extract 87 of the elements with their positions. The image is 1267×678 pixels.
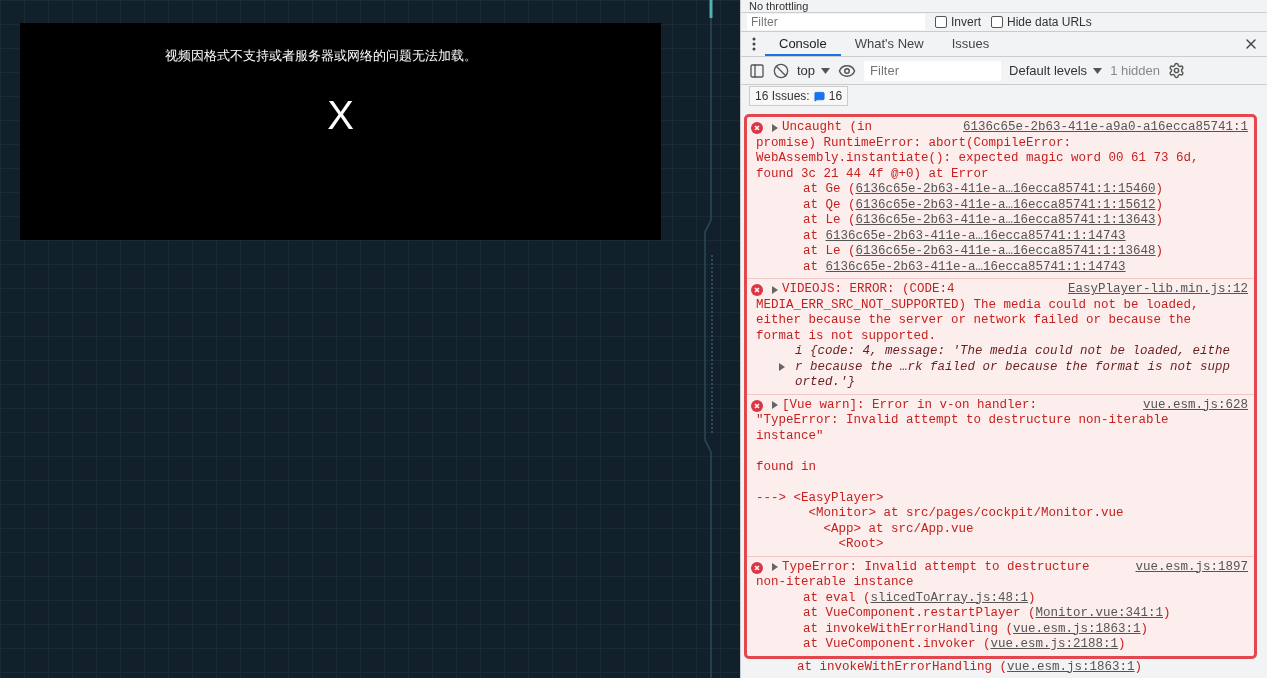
console-message-text: promise) RuntimeError: abort(CompileError: (756, 135, 1072, 151)
stack-frame-text: ) (1155, 197, 1164, 212)
stack-frame-text: ) (1155, 182, 1164, 196)
stack-frame-text: at eval ( (803, 590, 871, 605)
error-icon (751, 284, 763, 296)
console-message-text: format is not supported. (756, 328, 937, 344)
expand-arrow-icon[interactable] (777, 363, 786, 372)
source-link[interactable]: vue.esm.js:2188:1 (990, 637, 1119, 651)
expand-arrow-icon[interactable] (771, 285, 779, 294)
source-link[interactable]: 6136c65e-2b63-411e-a…16ecca85741:1:14743 (825, 259, 1126, 274)
source-link[interactable]: 6136c65e-2b63-411e-a…16ecca85741:1:13643 (855, 213, 1156, 227)
error-icon (751, 122, 763, 134)
console-message-text: ---> <EasyPlayer> (756, 490, 884, 506)
stack-frame-text: at invokeWithErrorHandling ( (803, 621, 1014, 636)
object-preview-text: orted.'} (795, 375, 855, 391)
error-icon (751, 399, 763, 412)
source-link[interactable]: 6136c65e-2b63-411e-a…16ecca85741:1:15612 (855, 197, 1156, 212)
stack-frame-text: at Le ( (803, 213, 856, 227)
stack-frame-text: at Qe ( (803, 197, 856, 212)
console-message-text: instance" (756, 428, 824, 444)
console-message-text: non-iterable instance (756, 575, 914, 591)
issues-counter[interactable]: 16 Issues: 16 (749, 86, 849, 107)
log-levels-dropdown[interactable]: Default levels (1009, 63, 1103, 79)
stack-frame-text: ) (1118, 637, 1126, 651)
console-message-text: found 3c 21 44 4f @+0) at Error (756, 166, 989, 182)
console-message-text: TypeError: Invalid attempt to destructure (782, 559, 1090, 575)
source-link[interactable]: vue.esm.js:1863:1 (1007, 659, 1135, 674)
console-message-text: MEDIA_ERR_SRC_NOT_SUPPORTED) The media could not be loaded, (756, 297, 1199, 313)
console-message-text: Uncaught (in (782, 120, 872, 136)
expand-arrow-icon[interactable] (771, 123, 779, 132)
stack-frame-text: at (803, 259, 818, 274)
console-message-text: VIDEOJS: ERROR: (CODE:4 (782, 282, 955, 298)
stack-frame-text: at VueComponent.restartPlayer ( (803, 606, 1036, 620)
stack-frame-text: at Ge ( (803, 182, 856, 196)
console-message-text: "TypeError: Invalid attempt to destructure non-iterable (756, 413, 1169, 429)
drawer-tab[interactable]: Console (765, 32, 841, 57)
console-message-text: <Root> (837, 537, 884, 553)
source-link[interactable]: Monitor.vue:341:1 (1035, 606, 1164, 620)
stack-frame-text: ) (1155, 213, 1164, 227)
source-link[interactable]: vue.esm.js:628 (1142, 397, 1248, 413)
dropdown-caret-icon (1093, 67, 1103, 74)
drawer-tab[interactable]: Issues (937, 32, 1004, 57)
source-link[interactable]: 6136c65e-2b63-411e-a…16ecca85741:1:14743 (825, 228, 1126, 243)
stack-frame-text: at (803, 228, 818, 243)
console-message-text: <Monitor> at src/pages/cockpit/Monitor.vue (807, 506, 1124, 522)
sidebar-toggle-icon[interactable] (749, 62, 765, 79)
source-link[interactable]: 6136c65e-2b63-411e-a…16ecca85741:1:13648 (855, 244, 1156, 258)
drawer-tab[interactable]: What's New (840, 32, 938, 57)
clear-console-icon[interactable] (773, 62, 789, 79)
expand-arrow-icon[interactable] (771, 563, 779, 572)
settings-icon[interactable] (1168, 62, 1185, 80)
stack-frame-text: ) (1163, 606, 1171, 620)
error-icon (751, 561, 763, 574)
context-dropdown[interactable]: top (797, 63, 831, 79)
throttling-dropdown[interactable]: No throttling (749, 0, 809, 13)
hidden-count: 1 hidden (1110, 63, 1160, 79)
stack-frame-text: ) (1028, 590, 1036, 605)
source-link[interactable]: slicedToArray.js:48:1 (870, 590, 1029, 605)
checkbox[interactable] (991, 16, 1003, 29)
console-message-text: <App> at src/App.vue (822, 521, 974, 537)
checkbox-label: Invert (951, 15, 981, 30)
source-link[interactable]: vue.esm.js:1863:1 (1013, 621, 1141, 636)
stack-frame-text: at invokeWithErrorHandling ( (797, 659, 1008, 674)
stack-frame-text: at Le ( (803, 244, 856, 258)
stack-frame-text: ) (1140, 621, 1149, 636)
stack-frame-text: ) (1134, 659, 1143, 674)
checkbox-label: Hide data URLs (1007, 15, 1092, 30)
network-filter-field[interactable]: Filter (747, 14, 925, 31)
stack-frame-text: ) (1155, 244, 1164, 258)
console-filter-field[interactable]: Filter (864, 60, 1002, 81)
source-link[interactable]: EasyPlayer-lib.min.js:12 (1067, 282, 1248, 298)
source-link[interactable]: vue.esm.js:1897 (1135, 559, 1248, 575)
console-message-text: WebAssembly.instantiate(): expected magic word 00 61 73 6d, (756, 151, 1199, 167)
console-message-text: either because the server or network failed or because the (756, 313, 1192, 329)
source-link[interactable]: 6136c65e-2b63-411e-a9a0-a16ecca85741:1 (962, 120, 1248, 136)
video-close-button[interactable]: X (327, 93, 354, 138)
video-error-message: 视频因格式不支持或者服务器或网络的问题无法加载。 (164, 47, 477, 65)
stack-frame-text: at VueComponent.invoker ( (803, 637, 991, 651)
console-message-text: found in (756, 459, 816, 475)
object-preview-text: r because the …rk failed or because the format is not supp (795, 359, 1231, 375)
object-preview-text: i {code: 4, message: 'The media could not be loaded, eithe (795, 344, 1231, 360)
source-link[interactable]: 6136c65e-2b63-411e-a…16ecca85741:1:15460 (855, 182, 1156, 196)
dropdown-caret-icon (821, 67, 831, 74)
message-icon (813, 90, 825, 102)
checkbox[interactable] (935, 16, 947, 29)
console-message-text: [Vue warn]: Error in v-on handler: (782, 397, 1038, 413)
expand-arrow-icon[interactable] (771, 401, 779, 410)
